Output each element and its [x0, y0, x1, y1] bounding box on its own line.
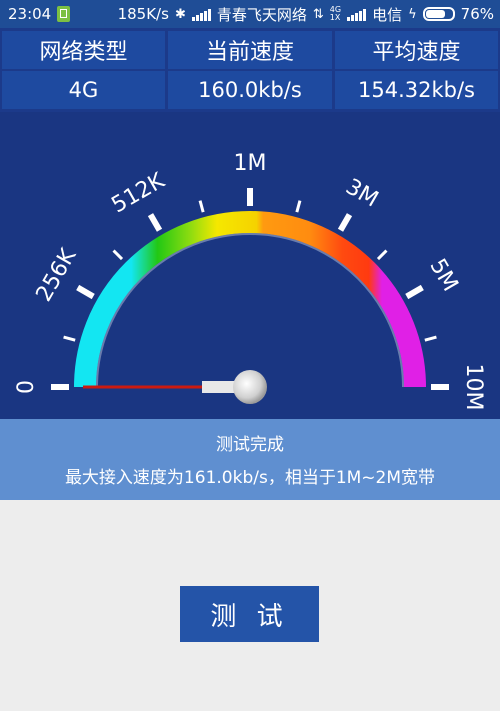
test-summary: 最大接入速度为161.0kb/s，相当于1M~2M宽带 — [64, 468, 436, 488]
status-bar: 23:04 185K/s ✱ 青春飞天网络 ⇅ 4G 1X 电信 ϟ 76% — [0, 0, 500, 28]
gauge-major-tick — [147, 213, 163, 232]
header-network-type: 网络类型 — [2, 31, 165, 69]
gauge-minor-tick — [424, 335, 437, 342]
value-network-type: 4G — [2, 71, 165, 109]
carrier-name-1: 青春飞天网络 — [216, 5, 307, 24]
signal-icon-2 — [347, 8, 367, 21]
gauge-outer-arc — [74, 211, 426, 388]
gauge-minor-tick — [376, 249, 388, 261]
gauge-scale-label: 0 — [14, 380, 39, 394]
battery-fill — [425, 10, 446, 18]
value-current-speed: 160.0kb/s — [168, 71, 332, 109]
speed-info-table: 网络类型 当前速度 平均速度 4G 160.0kb/s 154.32kb/s — [0, 28, 500, 112]
gauge-scale-label: 5M — [424, 255, 462, 296]
gauge-major-tick — [76, 284, 95, 300]
bluetooth-icon: ✱ — [174, 6, 186, 22]
start-test-button[interactable]: 测 试 — [180, 586, 319, 642]
signal-icon — [191, 8, 211, 21]
status-time: 23:04 — [8, 5, 52, 23]
data-transfer-icon: ⇅ — [312, 6, 324, 22]
battery-notification-icon — [57, 6, 71, 22]
gauge-scale-label: 256K — [32, 244, 82, 306]
test-status: 测试完成 — [216, 435, 284, 455]
speed-gauge-panel: 0 256K 512K 1M 3M 5M 10M — [0, 112, 500, 419]
battery-icon — [422, 7, 455, 21]
network-type-tag: 4G 1X — [330, 6, 341, 22]
test-result-panel: 测试完成 最大接入速度为161.0kb/s，相当于1M~2M宽带 — [0, 419, 500, 500]
value-average-speed: 154.32kb/s — [335, 71, 498, 109]
gauge-knob — [233, 370, 267, 404]
gauge-scale-label: 10M — [461, 364, 486, 411]
network-speed: 185K/s — [117, 5, 169, 23]
gauge-major-tick — [405, 284, 424, 300]
gauge-scale-label: 3M — [341, 174, 382, 212]
gauge-minor-tick — [112, 249, 124, 261]
header-current-speed: 当前速度 — [168, 31, 332, 69]
gauge-minor-tick — [63, 335, 76, 342]
network-type-1x: 1X — [329, 13, 341, 22]
gauge-minor-tick — [198, 200, 205, 213]
gauge-major-tick — [337, 213, 353, 232]
charging-icon: ϟ — [408, 6, 417, 22]
speed-gauge: 0 256K 512K 1M 3M 5M 10M — [14, 151, 486, 411]
carrier-name-2: 电信 — [372, 5, 403, 24]
gauge-scale-label: 512K — [108, 168, 170, 218]
battery-percent: 76% — [460, 5, 494, 23]
header-average-speed: 平均速度 — [335, 31, 498, 69]
gauge-needle-base — [202, 381, 238, 393]
gauge-scale-label: 1M — [234, 151, 267, 176]
gauge-minor-tick — [295, 200, 302, 213]
